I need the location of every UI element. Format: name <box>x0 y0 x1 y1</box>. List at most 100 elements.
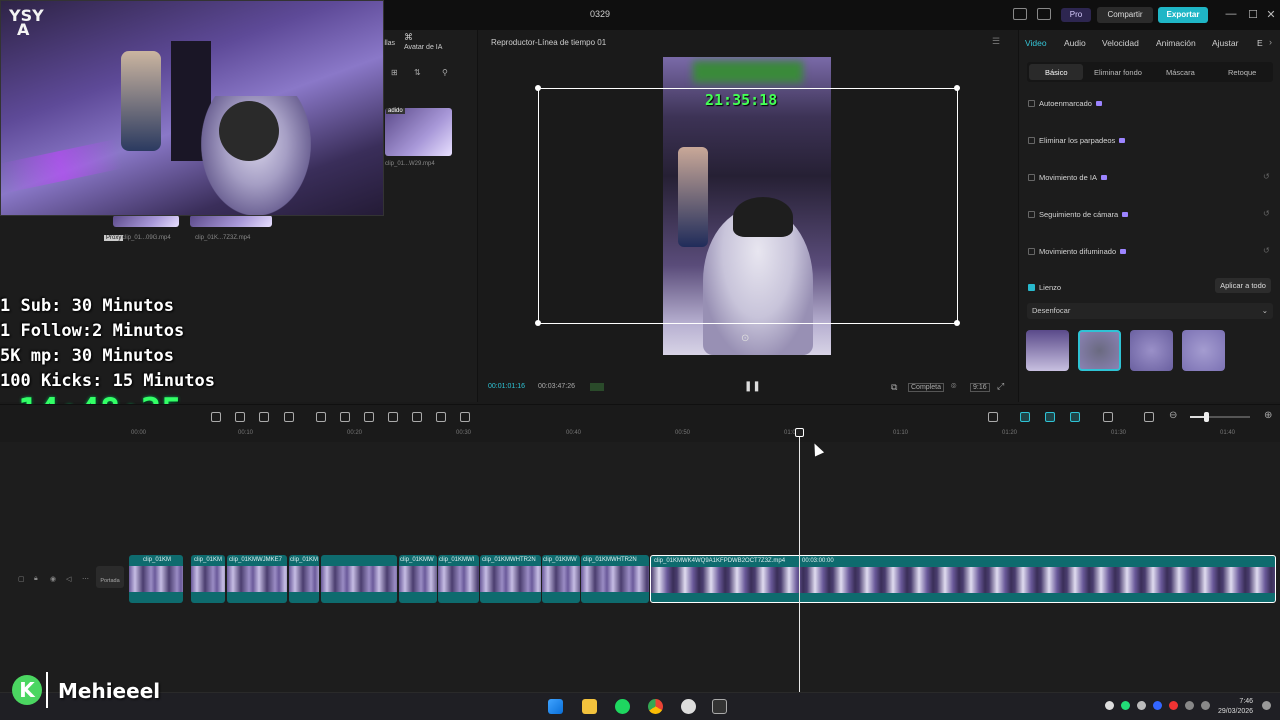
preview-axis-icon[interactable] <box>1070 412 1080 422</box>
close-button[interactable]: ✕ <box>1264 8 1278 21</box>
caption-icon[interactable] <box>1144 412 1154 422</box>
blur-preset[interactable] <box>1130 330 1173 371</box>
network-icon[interactable] <box>1185 701 1194 710</box>
cover-button[interactable]: Portada <box>96 566 124 588</box>
timeline-area[interactable]: ▢ 🔒︎ ◉ ◁ ⋯ Portada clip_01KM clip_01KM c… <box>0 442 1280 692</box>
canvas-select[interactable]: Desenfocar ⌄ <box>1027 303 1273 319</box>
timeline-clip[interactable] <box>321 555 397 603</box>
crop-icon[interactable] <box>259 412 269 422</box>
transform-icon[interactable] <box>436 412 446 422</box>
ratio-select[interactable]: 9:16 <box>970 383 990 392</box>
chevron-right-icon[interactable]: › <box>1269 37 1272 47</box>
speed-icon[interactable] <box>284 412 294 422</box>
reset-icon[interactable]: ↺ <box>1263 172 1270 181</box>
resize-handle[interactable] <box>535 320 541 326</box>
marker-icon[interactable] <box>235 412 245 422</box>
file-explorer-icon[interactable] <box>582 699 597 714</box>
tab-templates[interactable]: illas <box>383 40 395 47</box>
spotify-icon[interactable] <box>615 699 630 714</box>
maximize-button[interactable]: ☐ <box>1246 8 1260 21</box>
share-button[interactable]: Compartir <box>1097 7 1153 23</box>
tray-icon[interactable] <box>1121 701 1130 710</box>
person-icon[interactable] <box>364 412 374 422</box>
selected-timeline-clip[interactable]: clip_01KMWK4WQ9A1KFPDWB2OCT7Z3Z.mp4 00:0… <box>650 555 1276 603</box>
subtitle-icon[interactable] <box>412 412 422 422</box>
apply-all-button[interactable]: Aplicar a todo <box>1215 278 1271 293</box>
capcut-icon[interactable] <box>712 699 727 714</box>
timeline-clip[interactable]: clip_01KMWI <box>438 555 479 603</box>
minimize-button[interactable]: — <box>1224 8 1238 20</box>
magic-icon[interactable] <box>388 412 398 422</box>
tab-more[interactable]: E <box>1257 38 1263 48</box>
split-icon[interactable] <box>460 412 470 422</box>
mic-icon[interactable] <box>988 412 998 422</box>
timeline-clip[interactable]: clip_01KM <box>289 555 319 603</box>
timeline-clip[interactable]: clip_01KMWHTR2N <box>581 555 649 603</box>
resize-handle[interactable] <box>954 320 960 326</box>
freeze-icon[interactable] <box>316 412 326 422</box>
tray-icon[interactable] <box>1137 701 1146 710</box>
subtab-mask[interactable]: Máscara <box>1166 68 1195 77</box>
blur-preset[interactable] <box>1182 330 1225 371</box>
timeline-clip[interactable]: clip_01KM <box>191 555 225 603</box>
blur-preset[interactable] <box>1078 330 1121 371</box>
tab-video[interactable]: Video <box>1025 38 1047 48</box>
obs-icon[interactable] <box>681 699 696 714</box>
tab-audio[interactable]: Audio <box>1064 38 1086 48</box>
zoom-slider-handle[interactable] <box>1204 412 1209 422</box>
snap-icon[interactable] <box>1020 412 1030 422</box>
motion-blur-checkbox[interactable] <box>1028 248 1035 255</box>
canvas-checkbox[interactable] <box>1028 284 1035 291</box>
delete-icon[interactable] <box>211 412 221 422</box>
camera-track-checkbox[interactable] <box>1028 211 1035 218</box>
link-icon[interactable] <box>1045 412 1055 422</box>
tab-speed[interactable]: Velocidad <box>1102 38 1139 48</box>
timeline-clip[interactable]: clip_01KMW <box>399 555 437 603</box>
media-thumbnail[interactable] <box>385 108 452 156</box>
timeline-clip[interactable]: clip_01KMWJMKE7 <box>227 555 287 603</box>
reset-icon[interactable]: ↺ <box>1263 246 1270 255</box>
sort-icon[interactable]: ⇅ <box>414 68 421 77</box>
resize-handle[interactable] <box>954 85 960 91</box>
system-clock[interactable]: 7:46 29/03/2026 <box>1218 697 1253 717</box>
media-thumbnail[interactable] <box>113 215 179 227</box>
volume-icon[interactable] <box>1201 701 1210 710</box>
filter-icon[interactable]: ⚲ <box>442 68 448 77</box>
split-screen-icon[interactable] <box>1103 412 1113 422</box>
fullscreen-icon[interactable]: ⤢ <box>997 381 1004 392</box>
crop-icon[interactable]: ⧉ <box>891 382 897 393</box>
tab-animation[interactable]: Animación <box>1156 38 1196 48</box>
tab-adjust[interactable]: Ajustar <box>1212 38 1238 48</box>
fit-select[interactable]: Completa <box>908 383 944 392</box>
track-cover-icon[interactable]: ▢ <box>18 575 25 583</box>
subtab-remove-bg[interactable]: Eliminar fondo <box>1094 68 1142 77</box>
layout-icon[interactable] <box>1013 8 1027 20</box>
timeline-clip[interactable]: clip_01KMWHTR2N <box>480 555 541 603</box>
autoframe-checkbox[interactable] <box>1028 100 1035 107</box>
zoom-out-icon[interactable]: ⊖ <box>1169 410 1177 421</box>
shortcut-icon[interactable] <box>1037 8 1051 20</box>
notification-icon[interactable] <box>1262 701 1271 710</box>
timeline-clip[interactable]: clip_01KM <box>129 555 183 603</box>
chrome-icon[interactable] <box>648 699 663 714</box>
tray-icon[interactable] <box>1105 701 1114 710</box>
eye-icon[interactable]: ◉ <box>50 575 56 583</box>
timeline-clip[interactable]: clip_01KMW <box>542 555 580 603</box>
deflicker-checkbox[interactable] <box>1028 137 1035 144</box>
resize-handle[interactable] <box>535 85 541 91</box>
record-icon[interactable] <box>1169 701 1178 710</box>
grid-view-icon[interactable]: ⊞ <box>391 68 398 77</box>
playhead[interactable] <box>799 428 800 704</box>
windows-start-icon[interactable] <box>548 699 563 714</box>
zoom-in-icon[interactable]: ⊕ <box>1264 410 1272 421</box>
export-button[interactable]: Exportar <box>1158 7 1208 23</box>
blur-preset[interactable] <box>1026 330 1069 371</box>
pause-icon[interactable]: ❚❚ <box>744 381 761 392</box>
transform-box[interactable] <box>538 88 958 324</box>
lock-icon[interactable]: 🔒︎ <box>34 575 38 583</box>
playhead-handle[interactable] <box>795 428 804 437</box>
rotate-icon[interactable]: ⊙ <box>741 333 749 344</box>
reset-icon[interactable]: ↺ <box>1263 209 1270 218</box>
tray-icon[interactable] <box>1153 701 1162 710</box>
pro-badge[interactable]: Pro <box>1061 8 1091 22</box>
